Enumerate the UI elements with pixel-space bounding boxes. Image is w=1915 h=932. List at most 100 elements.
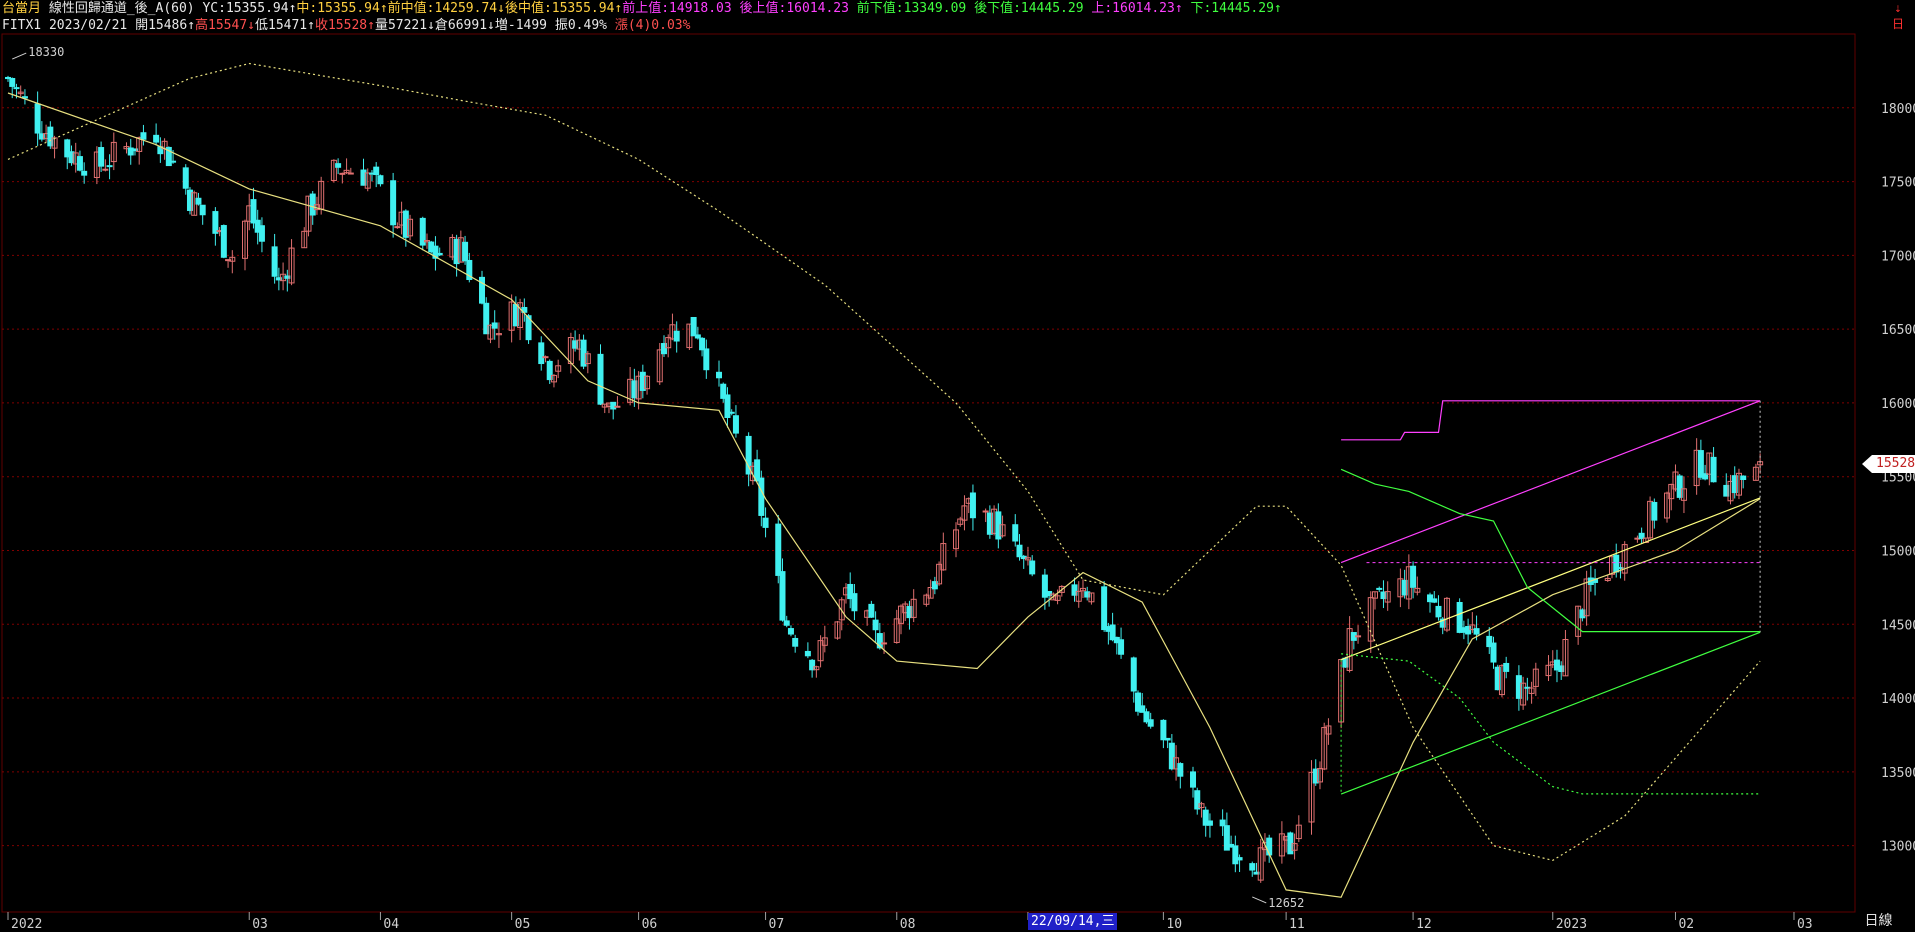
candle-down xyxy=(868,603,875,618)
candle-up xyxy=(614,405,621,408)
candle-down xyxy=(1101,586,1108,631)
regression-lower-line xyxy=(1340,631,1761,795)
candle-up xyxy=(881,642,888,645)
candle-down xyxy=(212,211,219,234)
candle-down xyxy=(81,170,88,176)
candle-down xyxy=(373,166,380,176)
candle-down xyxy=(762,517,769,528)
x-tick-label: 07 xyxy=(769,917,785,932)
regression-mid-line xyxy=(1340,497,1761,661)
candle-down xyxy=(969,492,976,519)
candle-down xyxy=(491,322,498,329)
period-selector-button[interactable]: 日線 xyxy=(1842,911,1915,932)
candle-down xyxy=(98,147,105,167)
candle-down xyxy=(1160,719,1167,741)
x-tick-label: 11 xyxy=(1289,917,1305,932)
candle-down xyxy=(1236,857,1243,861)
candle-down xyxy=(258,225,265,242)
moving-average-line xyxy=(7,92,1761,898)
candle-down xyxy=(703,348,710,371)
x-tick-label: 12 xyxy=(1416,917,1432,932)
candle-down xyxy=(779,571,786,621)
candle-down xyxy=(1266,837,1273,856)
candle-down xyxy=(335,163,342,168)
y-tick-label: 13000 xyxy=(1881,840,1915,855)
candle-down xyxy=(195,197,202,205)
candle-down xyxy=(699,337,706,351)
candle-down xyxy=(462,241,469,262)
candle-down xyxy=(479,276,486,304)
candle-down xyxy=(724,394,731,418)
candle-down xyxy=(851,593,858,612)
y-tick-label: 17000 xyxy=(1881,249,1915,264)
candle-down xyxy=(1016,544,1023,558)
x-tick-label: 05 xyxy=(515,917,531,932)
candle-down xyxy=(182,167,189,189)
candle-down xyxy=(271,246,278,277)
candle-down xyxy=(106,165,113,168)
candle-down xyxy=(872,619,879,631)
x-tick-label: 03 xyxy=(252,917,268,932)
long-average-dotted-line xyxy=(7,62,1761,862)
candle-down xyxy=(1219,819,1226,827)
y-tick-label: 13500 xyxy=(1881,766,1915,781)
candle-down xyxy=(1503,662,1510,672)
candle-down xyxy=(1473,628,1480,635)
candle-down xyxy=(76,156,83,171)
candle-down xyxy=(1164,737,1171,741)
x-tick-label: 10 xyxy=(1166,917,1182,932)
candle-down xyxy=(140,132,147,140)
plot-frame xyxy=(1,33,1856,913)
candle-down xyxy=(732,415,739,434)
candle-down xyxy=(377,175,384,185)
regression-upper-line xyxy=(1340,400,1761,564)
candle-down xyxy=(34,103,41,134)
candle-down xyxy=(783,620,790,626)
high-value-label: 18330 xyxy=(28,45,64,59)
y-tick-label: 15000 xyxy=(1881,544,1915,559)
price-chart[interactable]: 1300013500140001450015000155001600016500… xyxy=(0,0,1915,932)
candle-up xyxy=(102,168,109,171)
candle-down xyxy=(9,77,16,87)
low-label-pointer xyxy=(1252,896,1267,904)
low-value-label: 12652 xyxy=(1268,896,1304,910)
x-tick-label: 06 xyxy=(642,917,658,932)
y-tick-label: 16500 xyxy=(1881,323,1915,338)
candle-down xyxy=(1147,719,1154,727)
candle-down xyxy=(1118,639,1125,655)
candle-down xyxy=(597,353,604,405)
candle-down xyxy=(1490,642,1497,663)
y-tick-label: 17500 xyxy=(1881,176,1915,191)
candle-up xyxy=(542,356,549,359)
candle-down xyxy=(1613,554,1620,573)
candle-down xyxy=(758,477,765,516)
candle-down xyxy=(690,316,697,337)
candle-down xyxy=(1177,763,1184,777)
candle-down xyxy=(716,371,723,379)
candle-down xyxy=(538,342,545,365)
x-tick-label: 02 xyxy=(1678,917,1694,932)
candle-down xyxy=(804,650,811,657)
x-tick-label: 04 xyxy=(383,917,399,932)
candle-down xyxy=(1029,560,1036,575)
candle-down xyxy=(1012,524,1019,542)
high-label-pointer xyxy=(12,52,27,60)
candle-down xyxy=(1376,587,1383,590)
candle-down xyxy=(1130,657,1137,692)
candle-down xyxy=(694,334,701,339)
candle-down xyxy=(1206,820,1213,826)
y-tick-label: 18000 xyxy=(1881,102,1915,117)
candle-up xyxy=(347,172,354,175)
y-tick-label: 14500 xyxy=(1881,618,1915,633)
candle-down xyxy=(220,225,227,258)
candle-down xyxy=(610,401,617,410)
crosshair-date-label: 22/09/14,三 xyxy=(1028,913,1118,930)
y-tick-label: 16000 xyxy=(1881,397,1915,412)
x-tick-label: 2023 xyxy=(1556,917,1587,932)
candle-down xyxy=(1249,863,1256,871)
candle-down xyxy=(787,628,794,635)
candle-down xyxy=(1190,771,1197,788)
candle-down xyxy=(775,523,782,576)
candle-up xyxy=(394,226,401,229)
candle-down xyxy=(250,199,257,224)
